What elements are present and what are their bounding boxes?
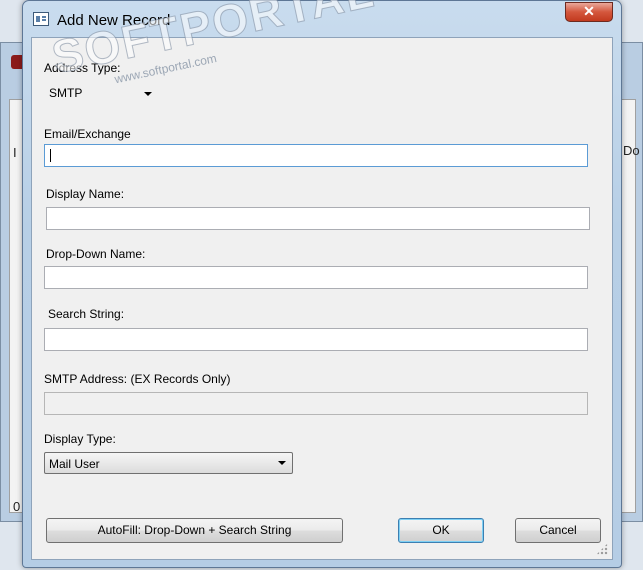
- smtp-address-label: SMTP Address: (EX Records Only): [44, 372, 231, 386]
- display-type-value: Mail User: [49, 457, 100, 471]
- background-column-fragment-left: I: [13, 145, 17, 160]
- display-type-select[interactable]: Mail User: [44, 452, 293, 474]
- title-bar[interactable]: Add New Record ✕: [23, 1, 621, 37]
- resize-grip-icon[interactable]: [596, 543, 608, 555]
- close-icon: ✕: [583, 3, 595, 19]
- display-name-input[interactable]: [46, 207, 590, 230]
- address-type-value: SMTP: [49, 86, 83, 100]
- text-caret: [50, 149, 51, 162]
- add-new-record-dialog: Add New Record ✕ Address Type: SMTP Emai…: [22, 0, 622, 568]
- chevron-down-icon: [144, 92, 152, 96]
- window-app-icon: [33, 12, 49, 26]
- display-name-label: Display Name:: [46, 187, 125, 201]
- email-exchange-label: Email/Exchange: [44, 127, 131, 141]
- cancel-button[interactable]: Cancel: [515, 518, 601, 543]
- search-string-label: Search String:: [48, 307, 125, 321]
- dialog-title: Add New Record: [57, 12, 171, 29]
- background-column-fragment-right: Do: [623, 143, 640, 158]
- background-status-fragment: 0: [13, 499, 21, 514]
- search-string-input[interactable]: [44, 328, 588, 351]
- chevron-down-icon: [278, 461, 286, 465]
- email-exchange-input[interactable]: [44, 144, 588, 167]
- display-type-label: Display Type:: [44, 432, 116, 446]
- smtp-address-input: [44, 392, 588, 415]
- address-type-select[interactable]: SMTP: [49, 86, 159, 102]
- close-button[interactable]: ✕: [565, 2, 613, 22]
- dialog-client-area: Address Type: SMTP Email/Exchange Displa…: [31, 37, 613, 560]
- autofill-button[interactable]: AutoFill: Drop-Down + Search String: [46, 518, 343, 543]
- dropdown-name-label: Drop-Down Name:: [46, 247, 146, 261]
- address-type-label: Address Type:: [44, 61, 121, 75]
- ok-button[interactable]: OK: [398, 518, 484, 543]
- dropdown-name-input[interactable]: [44, 266, 588, 289]
